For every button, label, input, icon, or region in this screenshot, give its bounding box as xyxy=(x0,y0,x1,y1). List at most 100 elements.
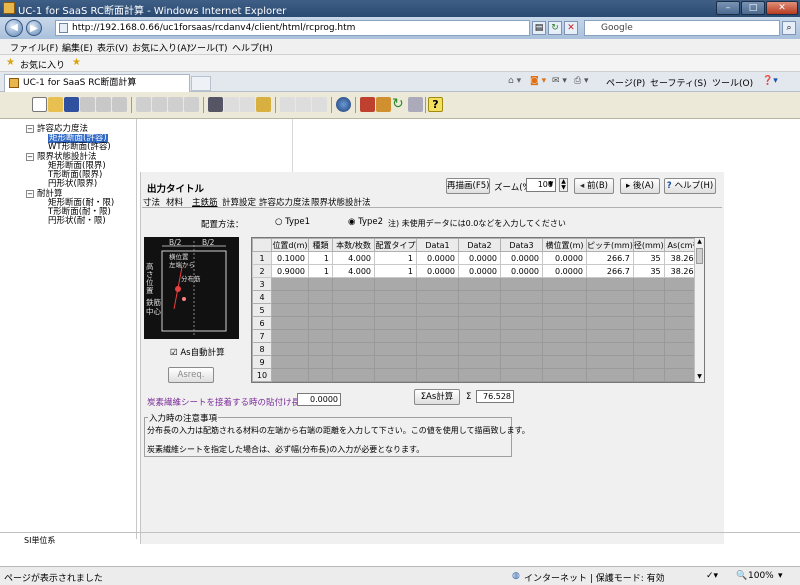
grid-cell[interactable] xyxy=(586,342,634,356)
tool-icon-11[interactable] xyxy=(208,97,223,112)
grid-cell[interactable] xyxy=(458,342,501,356)
grid-cell[interactable] xyxy=(632,277,665,291)
grid-cell[interactable] xyxy=(416,290,459,304)
help-icon[interactable]: ❓▾ xyxy=(762,76,778,86)
tree-node-wt-allowable[interactable]: WT形断面(許容) xyxy=(48,143,111,152)
grid-cell[interactable] xyxy=(542,368,587,382)
mail-icon[interactable]: ✉ ▾ xyxy=(552,76,567,86)
tree-node-circle-limit[interactable]: 円形状(限界) xyxy=(48,180,97,189)
sheet-length-input[interactable]: 0.0000 xyxy=(297,393,341,406)
grid-cell[interactable]: 0.9000 xyxy=(271,264,309,278)
grid-cell[interactable] xyxy=(586,329,634,343)
menu-tools[interactable]: ツール(T) xyxy=(188,41,228,54)
protected-icon[interactable]: ✓▾ xyxy=(706,571,718,581)
grid-cell[interactable] xyxy=(374,342,417,356)
home-icon[interactable]: ⌂ ▾ xyxy=(508,76,521,86)
grid-cell[interactable]: 266.7 xyxy=(586,251,634,265)
grid-cell[interactable] xyxy=(632,316,665,330)
grid-cell[interactable] xyxy=(632,342,665,356)
zoom-dropdown[interactable]: ▾ xyxy=(778,571,783,581)
tool-icon-6[interactable] xyxy=(112,97,127,112)
grid-cell[interactable] xyxy=(542,303,587,317)
grid-cell[interactable] xyxy=(500,303,543,317)
grid-cell[interactable] xyxy=(416,316,459,330)
grid-cell[interactable] xyxy=(458,290,501,304)
forward-icon[interactable]: ▶ xyxy=(26,20,42,36)
grid-cell[interactable] xyxy=(374,368,417,382)
grid-cell[interactable] xyxy=(308,342,333,356)
tool-icon-14[interactable] xyxy=(256,97,271,112)
menu-favorites[interactable]: お気に入り(A) xyxy=(132,41,190,54)
grid-cell[interactable] xyxy=(542,290,587,304)
grid-cell[interactable] xyxy=(271,316,309,330)
grid-cell[interactable] xyxy=(416,342,459,356)
grid-cell[interactable] xyxy=(500,368,543,382)
grid-cell[interactable] xyxy=(542,329,587,343)
grid-cell[interactable] xyxy=(500,355,543,369)
grid-cell[interactable]: 0.0000 xyxy=(500,251,543,265)
menu-help[interactable]: ヘルプ(H) xyxy=(232,41,273,54)
asreq-button[interactable]: Asreq. xyxy=(168,367,214,383)
grid-cell[interactable] xyxy=(332,316,375,330)
grid-cell[interactable] xyxy=(308,316,333,330)
tool-icon-5[interactable] xyxy=(96,97,111,112)
grid-cell[interactable]: 35 xyxy=(632,251,665,265)
grid-cell[interactable] xyxy=(271,368,309,382)
grid-cell[interactable] xyxy=(632,368,665,382)
grid-cell[interactable] xyxy=(271,342,309,356)
tool-icon-9[interactable] xyxy=(168,97,183,112)
refresh-calc-icon[interactable]: ↻ xyxy=(392,97,407,112)
grid-cell[interactable] xyxy=(586,368,634,382)
grid-cell[interactable] xyxy=(500,342,543,356)
favorites-button[interactable]: お気に入り xyxy=(20,58,65,71)
sum-as-button[interactable]: ΣAs計算 xyxy=(414,389,460,405)
status-zoom[interactable]: 100% xyxy=(748,571,774,581)
menu-view[interactable]: 表示(V) xyxy=(97,41,128,54)
collapse-icon[interactable]: − xyxy=(26,153,34,161)
menu-file[interactable]: ファイル(F) xyxy=(10,41,58,54)
scroll-up-icon[interactable]: ▲ xyxy=(695,238,704,247)
grid-cell[interactable] xyxy=(332,368,375,382)
grid-cell[interactable]: 1 xyxy=(374,251,417,265)
search-icon[interactable]: ⌕ xyxy=(782,21,796,35)
compat-icon[interactable]: ▤ xyxy=(532,21,546,35)
grid-cell[interactable] xyxy=(308,303,333,317)
url-field[interactable]: http://192.168.0.66/uc1forsaas/rcdanv4/c… xyxy=(55,20,530,36)
grid-cell[interactable] xyxy=(332,290,375,304)
grid-cell[interactable] xyxy=(308,290,333,304)
grid-cell[interactable] xyxy=(632,355,665,369)
grid-scrollbar[interactable]: ▲ ▼ xyxy=(694,238,704,382)
grid-cell[interactable] xyxy=(416,355,459,369)
refresh-icon[interactable]: ↻ xyxy=(548,21,562,35)
grid-cell[interactable] xyxy=(586,316,634,330)
tool-icon-13[interactable] xyxy=(240,97,255,112)
scroll-down-icon[interactable]: ▼ xyxy=(695,373,704,382)
redraw-button[interactable]: 再描画(F5) xyxy=(446,178,490,194)
grid-cell[interactable]: 0.0000 xyxy=(416,251,459,265)
maximize-button[interactable]: □ xyxy=(741,1,765,15)
grid-cell[interactable] xyxy=(374,303,417,317)
open-folder-icon[interactable] xyxy=(48,97,63,112)
grid-cell[interactable] xyxy=(458,303,501,317)
auto-calc-checkbox[interactable]: ☑ As自動計算 xyxy=(170,346,225,358)
grid-cell[interactable] xyxy=(308,355,333,369)
tool-icon-16[interactable] xyxy=(296,97,311,112)
grid-cell[interactable] xyxy=(308,368,333,382)
minimize-button[interactable]: – xyxy=(716,1,740,15)
grid-cell[interactable] xyxy=(416,329,459,343)
zoom-icon[interactable]: 🔍 xyxy=(736,571,747,581)
tool-icon-17[interactable] xyxy=(312,97,327,112)
grid-cell[interactable]: 0.1000 xyxy=(271,251,309,265)
grid-cell[interactable] xyxy=(458,316,501,330)
grid-cell[interactable]: 1 xyxy=(308,251,333,265)
grid-cell[interactable] xyxy=(586,355,634,369)
grid-cell[interactable] xyxy=(586,290,634,304)
add-favorite-icon[interactable]: ★ xyxy=(72,57,81,68)
grid-cell[interactable] xyxy=(632,303,665,317)
grid-cell[interactable] xyxy=(308,329,333,343)
grid-cell[interactable] xyxy=(458,368,501,382)
grid-cell[interactable] xyxy=(332,277,375,291)
zoom-spinner[interactable]: ▲ ▼ xyxy=(559,178,568,192)
grid-cell[interactable] xyxy=(374,290,417,304)
grid-cell[interactable] xyxy=(500,277,543,291)
